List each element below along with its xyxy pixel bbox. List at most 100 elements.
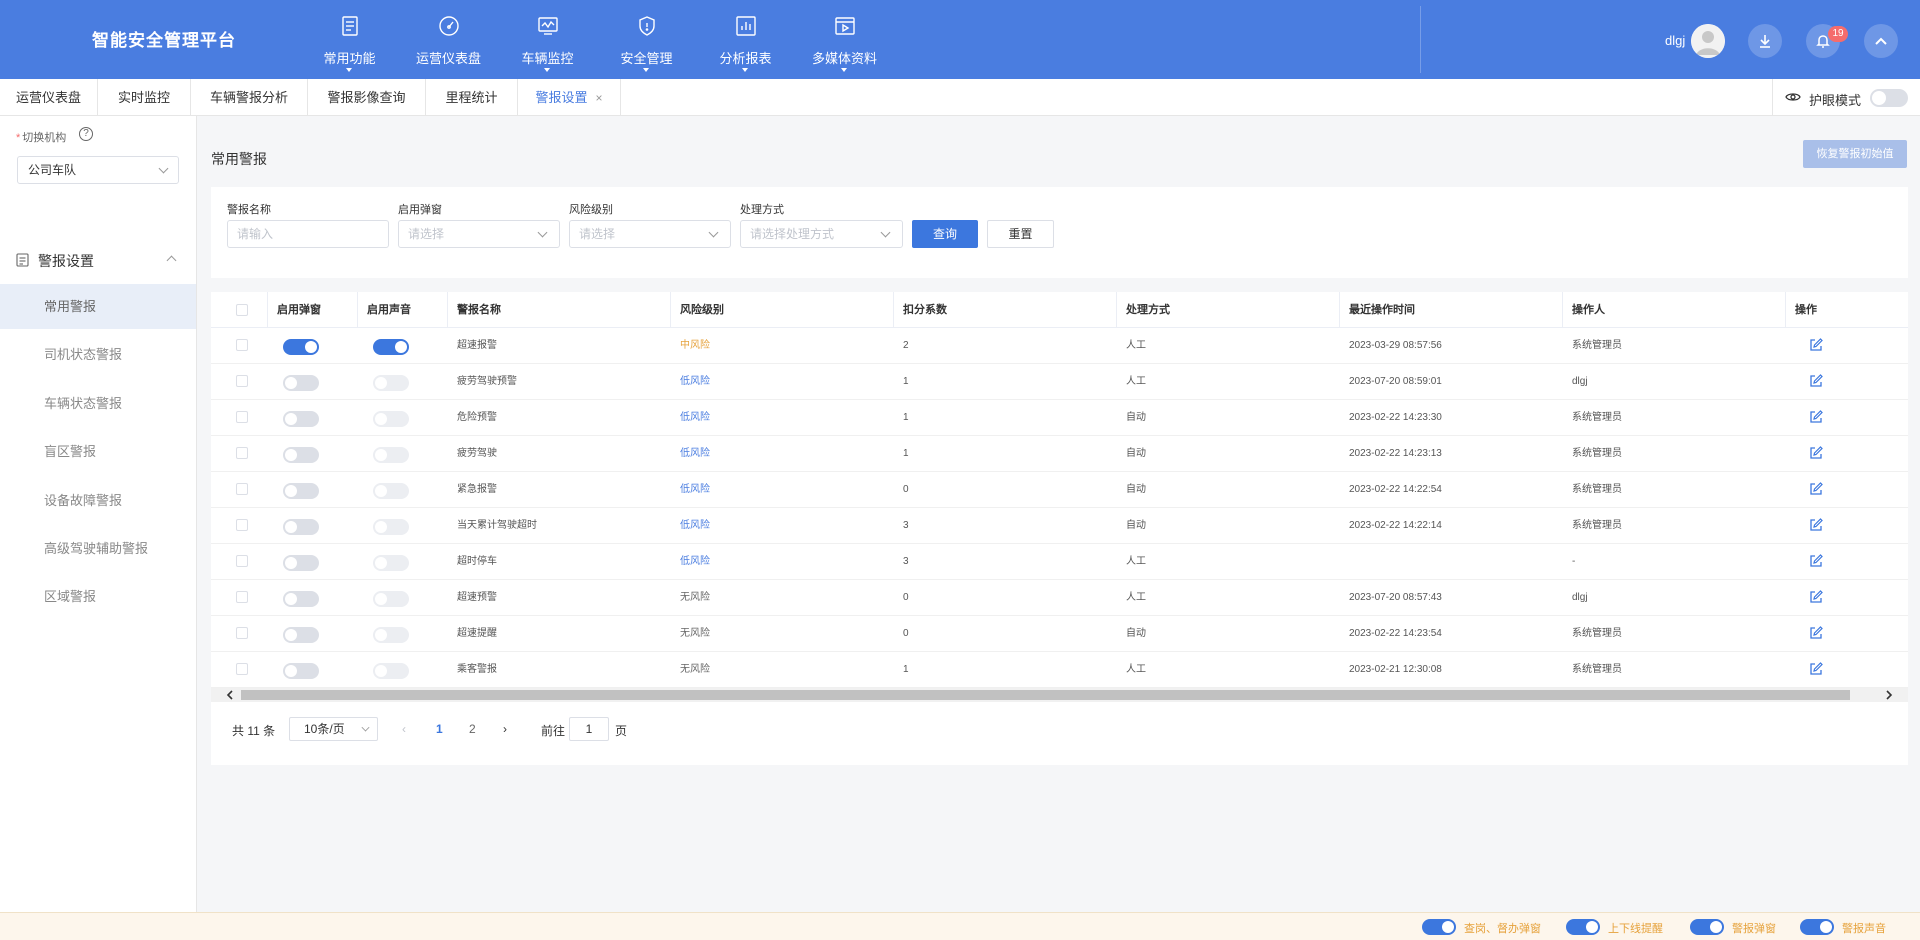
user-name[interactable]: dlgj xyxy=(1665,33,1685,48)
sidebar-section-alarm-settings[interactable]: 警报设置 xyxy=(0,243,196,275)
scrollbar-thumb[interactable] xyxy=(241,690,1850,700)
nav-safety-management[interactable]: 安全管理 xyxy=(597,0,696,79)
select-all-cell xyxy=(211,292,268,328)
nav-vehicle-monitoring[interactable]: 车辆监控 xyxy=(498,0,597,79)
popup-toggle[interactable] xyxy=(283,555,319,571)
sound-toggle[interactable] xyxy=(373,663,409,679)
supervision-popup-toggle[interactable] xyxy=(1422,919,1456,935)
row-checkbox[interactable] xyxy=(236,591,248,603)
popup-toggle[interactable] xyxy=(283,483,319,499)
popup-toggle[interactable] xyxy=(283,627,319,643)
eye-mode-toggle[interactable] xyxy=(1870,89,1908,107)
goto-page-input[interactable]: 1 xyxy=(569,717,609,741)
popup-toggle[interactable] xyxy=(283,375,319,391)
edit-icon[interactable] xyxy=(1809,554,1823,568)
row-checkbox[interactable] xyxy=(236,339,248,351)
app-title: 智能安全管理平台 xyxy=(92,31,236,50)
tab-mileage-stats[interactable]: 里程统计 xyxy=(426,79,518,116)
chevron-down-icon xyxy=(537,227,548,238)
nav-multimedia[interactable]: 多媒体资料 xyxy=(795,0,894,79)
avatar[interactable] xyxy=(1691,24,1725,58)
scroll-right-icon[interactable] xyxy=(1884,690,1894,700)
restore-defaults-button[interactable]: 恢复警报初始值 xyxy=(1803,140,1907,168)
sidebar-item-area-alarms[interactable]: 区域警报 xyxy=(0,574,196,619)
sound-toggle[interactable] xyxy=(373,411,409,427)
help-icon[interactable]: ? xyxy=(79,127,93,141)
risk-level-select[interactable]: 请选择 xyxy=(569,220,731,248)
main-nav: 常用功能 运营仪表盘 车辆监控 安全管理 分析报表 多媒体资料 xyxy=(300,0,894,79)
popup-toggle[interactable] xyxy=(283,591,319,607)
alarm-sound-toggle[interactable] xyxy=(1800,919,1834,935)
sound-toggle[interactable] xyxy=(373,627,409,643)
deduction-cell: 1 xyxy=(903,664,909,675)
risk-level-cell: 无风险 xyxy=(680,664,710,675)
nav-analysis-reports[interactable]: 分析报表 xyxy=(696,0,795,79)
row-checkbox[interactable] xyxy=(236,555,248,567)
sound-toggle[interactable] xyxy=(373,519,409,535)
edit-icon[interactable] xyxy=(1809,338,1823,352)
sidebar-item-driver-alarms[interactable]: 司机状态警报 xyxy=(0,332,196,377)
org-select[interactable]: 公司车队 xyxy=(17,156,179,184)
prev-page-icon[interactable]: ‹ xyxy=(402,722,406,736)
sidebar-item-common-alarms[interactable]: 常用警报 xyxy=(0,284,196,329)
select-all-checkbox[interactable] xyxy=(236,304,248,316)
alarm-name-cell: 乘客警报 xyxy=(457,664,497,675)
online-offline-reminder-toggle[interactable] xyxy=(1566,919,1600,935)
page-size-select[interactable]: 10条/页 xyxy=(289,717,378,741)
row-checkbox[interactable] xyxy=(236,375,248,387)
alarm-name-input[interactable]: 请输入 xyxy=(227,220,389,248)
popup-select[interactable]: 请选择 xyxy=(398,220,560,248)
row-checkbox[interactable] xyxy=(236,411,248,423)
reset-button[interactable]: 重置 xyxy=(987,220,1054,248)
alarm-popup-toggle[interactable] xyxy=(1690,919,1724,935)
sound-toggle[interactable] xyxy=(373,483,409,499)
sidebar-item-blind-spot-alarms[interactable]: 盲区警报 xyxy=(0,429,196,474)
row-checkbox[interactable] xyxy=(236,447,248,459)
edit-icon[interactable] xyxy=(1809,374,1823,388)
tab-realtime-monitoring[interactable]: 实时监控 xyxy=(98,79,191,116)
edit-icon[interactable] xyxy=(1809,482,1823,496)
edit-icon[interactable] xyxy=(1809,590,1823,604)
close-tab-icon[interactable]: × xyxy=(596,91,603,105)
edit-icon[interactable] xyxy=(1809,626,1823,640)
page-1[interactable]: 1 xyxy=(436,722,443,736)
sound-toggle[interactable] xyxy=(373,339,409,355)
popup-toggle[interactable] xyxy=(283,447,319,463)
nav-common-functions[interactable]: 常用功能 xyxy=(300,0,399,79)
popup-toggle[interactable] xyxy=(283,411,319,427)
sidebar-item-label: 常用警报 xyxy=(44,299,97,314)
popup-toggle[interactable] xyxy=(283,663,319,679)
row-checkbox[interactable] xyxy=(236,483,248,495)
handling-method-select[interactable]: 请选择处理方式 xyxy=(740,220,903,248)
sidebar-item-vehicle-alarms[interactable]: 车辆状态警报 xyxy=(0,381,196,426)
popup-toggle[interactable] xyxy=(283,519,319,535)
edit-icon[interactable] xyxy=(1809,446,1823,460)
alarm-name-cell: 疲劳驾驶 xyxy=(457,448,497,459)
tab-alarm-video-query[interactable]: 警报影像查询 xyxy=(308,79,426,116)
sound-toggle[interactable] xyxy=(373,447,409,463)
sound-toggle[interactable] xyxy=(373,591,409,607)
sidebar-item-device-fault-alarms[interactable]: 设备故障警报 xyxy=(0,478,196,523)
edit-icon[interactable] xyxy=(1809,410,1823,424)
row-checkbox[interactable] xyxy=(236,519,248,531)
tab-vehicle-alarm-analysis[interactable]: 车辆警报分析 xyxy=(191,79,308,116)
row-checkbox[interactable] xyxy=(236,663,248,675)
download-button[interactable] xyxy=(1748,24,1782,58)
scroll-left-icon[interactable] xyxy=(225,690,235,700)
sidebar-item-adas-alarms[interactable]: 高级驾驶辅助警报 xyxy=(0,526,196,571)
nav-operations-dashboard[interactable]: 运营仪表盘 xyxy=(399,0,498,79)
risk-level-cell: 低风险 xyxy=(680,376,710,387)
popup-toggle[interactable] xyxy=(283,339,319,355)
tab-alarm-settings[interactable]: 警报设置 × xyxy=(518,79,621,116)
sound-toggle[interactable] xyxy=(373,555,409,571)
edit-icon[interactable] xyxy=(1809,662,1823,676)
page-2[interactable]: 2 xyxy=(469,722,476,736)
tab-operations-dashboard[interactable]: 运营仪表盘 xyxy=(0,79,98,116)
horizontal-scrollbar[interactable] xyxy=(211,688,1908,702)
next-page-icon[interactable]: › xyxy=(503,722,507,736)
edit-icon[interactable] xyxy=(1809,518,1823,532)
row-checkbox[interactable] xyxy=(236,627,248,639)
collapse-header-button[interactable] xyxy=(1864,24,1898,58)
sound-toggle[interactable] xyxy=(373,375,409,391)
query-button[interactable]: 查询 xyxy=(912,220,978,248)
